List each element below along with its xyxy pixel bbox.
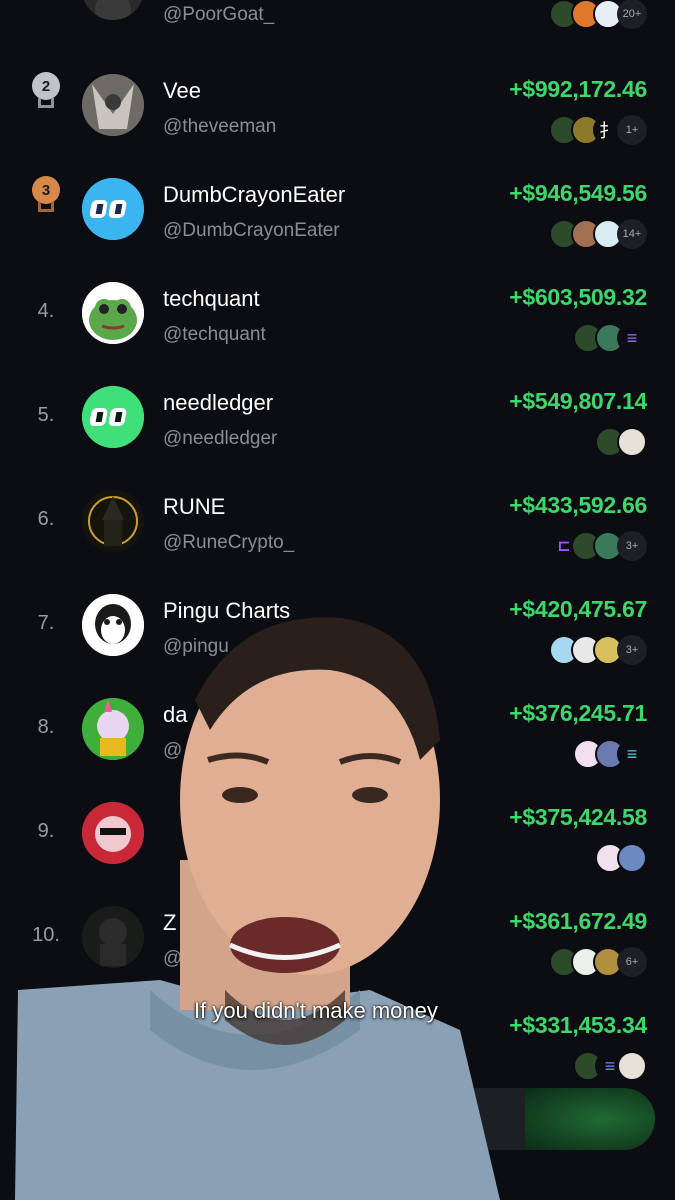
trader-name: needledger — [163, 390, 274, 415]
trader-handle: @pingu — [163, 636, 229, 657]
rank-number: 7. — [37, 612, 55, 634]
avatar[interactable] — [82, 698, 144, 760]
pnl-value: +$549,807.14 — [509, 388, 647, 414]
avatar[interactable] — [82, 0, 144, 20]
token-list: ≡ — [573, 1050, 647, 1082]
trader-handle: @ — [163, 948, 183, 969]
trader-handle: @RuneCrypto_ — [163, 532, 295, 553]
pnl-value: +$375,424.58 — [509, 804, 647, 830]
silver-medal-icon: 2 — [32, 72, 60, 110]
token-list: ≡ — [573, 322, 647, 354]
token-list: 20+ — [549, 0, 647, 30]
avatar[interactable] — [82, 74, 144, 136]
trader-handle: @techquant — [163, 324, 266, 345]
leaderboard-row-3[interactable]: 3 DumbCrayonEater @DumbCrayonEater +$946… — [0, 156, 675, 260]
token-list: 3+ — [549, 634, 647, 666]
trader-handle: @needledger — [163, 428, 278, 449]
token-list: ≡ — [573, 738, 647, 770]
rank-number: 10. — [32, 924, 60, 946]
more-tokens-badge: 3+ — [617, 531, 647, 561]
leaderboard-row-8[interactable]: 8. da @ +$376,245.71 ≡ — [0, 676, 675, 780]
avatar[interactable] — [82, 802, 144, 864]
avatar[interactable] — [82, 594, 144, 656]
action-button[interactable] — [525, 1088, 655, 1150]
more-tokens-badge: 20+ — [617, 0, 647, 29]
rank-number: 6. — [37, 508, 55, 530]
trader-name: Z — [163, 910, 177, 935]
token-list: 6+ — [549, 946, 647, 978]
leaderboard-row-6[interactable]: 6. RUNE @RuneCrypto_ +$433,592.66 ⊏ 3+ — [0, 468, 675, 572]
avatar[interactable] — [82, 906, 144, 968]
leaderboard-row-9[interactable]: 9. +$375,424.58 — [0, 780, 675, 884]
trader-handle: @ — [163, 740, 183, 761]
solana-icon: ≡ — [617, 739, 647, 769]
action-bar[interactable] — [355, 1088, 655, 1150]
trader-handle: @DumbCrayonEater — [163, 220, 340, 241]
more-tokens-badge: 14+ — [617, 219, 647, 249]
rank-number: 9. — [37, 820, 55, 842]
pnl-value: +$420,475.67 — [509, 596, 647, 622]
pnl-value: +$433,592.66 — [509, 492, 647, 518]
avatar[interactable] — [82, 178, 144, 240]
trader-name: DumbCrayonEater — [163, 182, 346, 207]
rank-number: 4. — [37, 300, 55, 322]
avatar[interactable] — [82, 386, 144, 448]
avatar[interactable] — [82, 490, 144, 552]
leaderboard-row-5[interactable]: 5. needledger @needledger +$549,807.14 — [0, 364, 675, 468]
trader-name: Pingu Charts — [163, 598, 291, 623]
token-icon — [617, 843, 647, 873]
trader-name: Vee — [163, 78, 201, 103]
video-caption: If you didn't make money — [194, 998, 438, 1023]
leaderboard-row-10[interactable]: 10. Z @ +$361,672.49 6+ — [0, 884, 675, 988]
leaderboard-row-1[interactable]: @PoorGoat_ 20+ — [0, 0, 675, 44]
trader-handle: @PoorGoat_ — [163, 4, 275, 25]
pnl-value: +$603,509.32 — [509, 284, 647, 310]
gold-medal-icon — [32, 0, 60, 26]
leaderboard-row-4[interactable]: 4. techquant @techquant +$603,509.32 ≡ — [0, 260, 675, 364]
token-icon — [617, 1051, 647, 1081]
token-icon — [617, 427, 647, 457]
pnl-value: +$331,453.34 — [509, 1012, 647, 1038]
token-list — [595, 842, 647, 874]
pnl-value: +$376,245.71 — [509, 700, 647, 726]
token-list: ⺘ 1+ — [549, 114, 647, 146]
rank-number: 8. — [37, 716, 55, 738]
leaderboard-row-7[interactable]: 7. Pingu Charts @pingu +$420,475.67 3+ — [0, 572, 675, 676]
trader-name: techquant — [163, 286, 260, 311]
more-tokens-badge: 3+ — [617, 635, 647, 665]
trader-handle: @theveeman — [163, 116, 277, 137]
leaderboard-row-2[interactable]: 2 Vee @theveeman +$992,172.46 ⺘ 1+ — [0, 52, 675, 156]
solana-icon: ≡ — [617, 323, 647, 353]
token-list — [595, 426, 647, 458]
trader-name: da — [163, 702, 188, 727]
bronze-medal-icon: 3 — [32, 176, 60, 214]
pnl-value: +$361,672.49 — [509, 908, 647, 934]
more-tokens-badge: 6+ — [617, 947, 647, 977]
pnl-value: +$946,549.56 — [509, 180, 647, 206]
pnl-value: +$992,172.46 — [509, 76, 647, 102]
token-list: ⊏ 3+ — [549, 530, 647, 562]
rank-number: 5. — [37, 404, 55, 426]
avatar[interactable] — [82, 282, 144, 344]
more-tokens-badge: 1+ — [617, 115, 647, 145]
trader-name: RUNE — [163, 494, 226, 519]
token-list: 14+ — [549, 218, 647, 250]
